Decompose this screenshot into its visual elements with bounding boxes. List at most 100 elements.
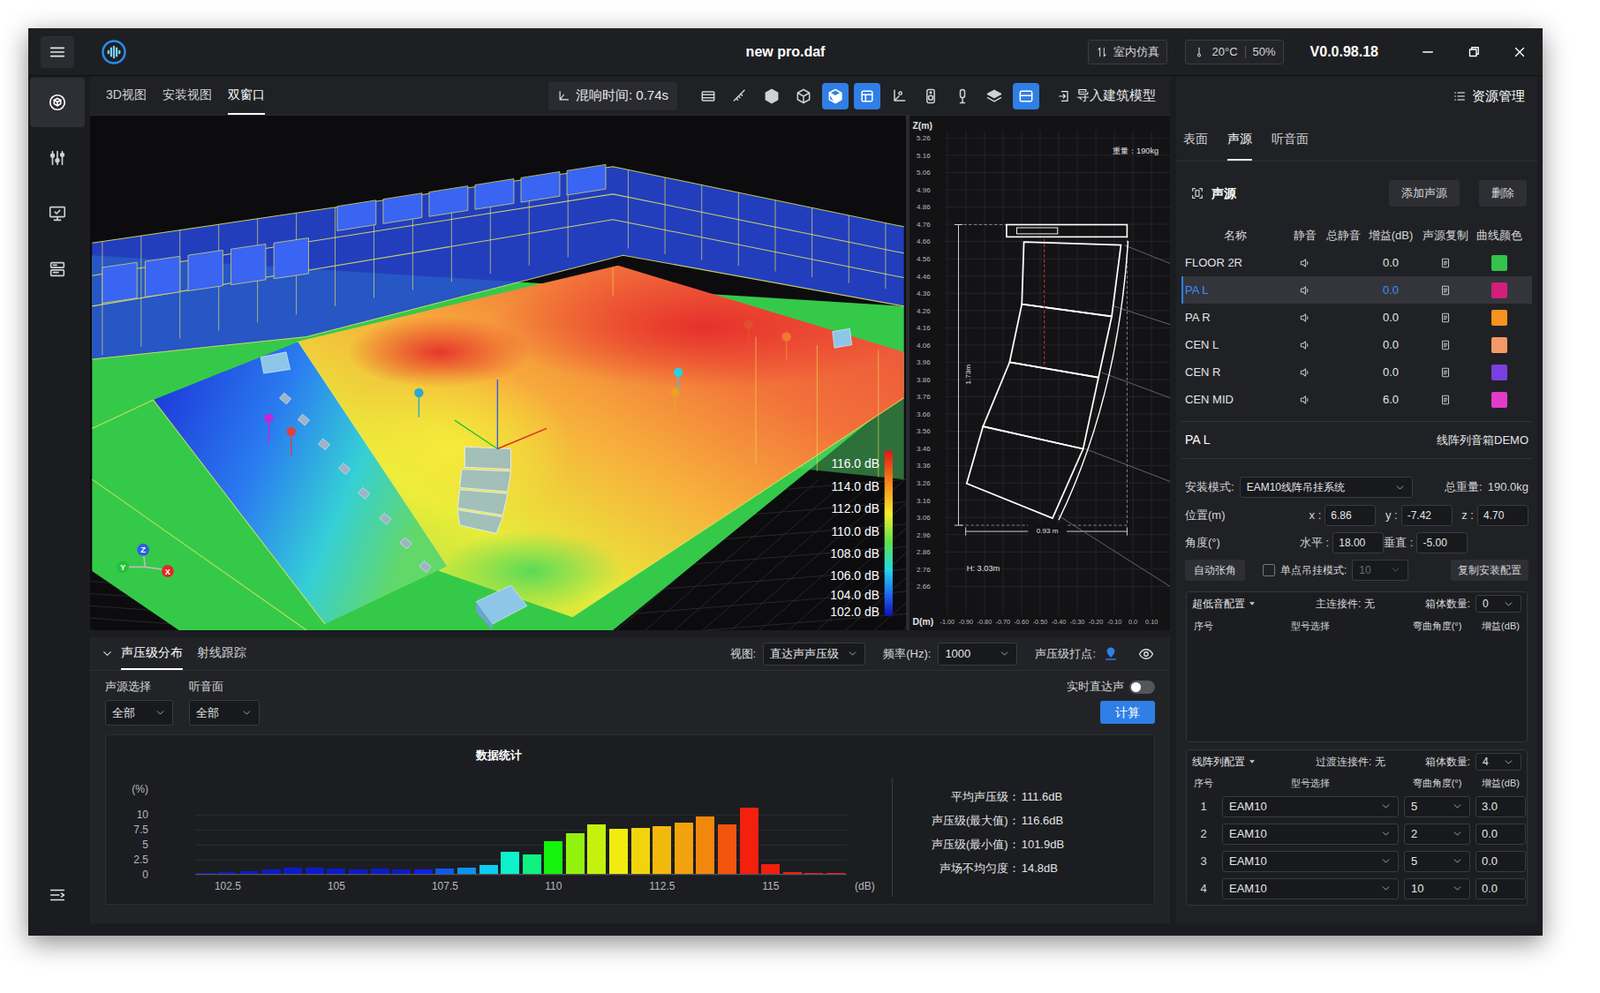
copy-cell[interactable] xyxy=(1418,256,1473,270)
copy-cell[interactable] xyxy=(1418,339,1473,352)
elevation-canvas[interactable]: Z(m)5.265.165.064.964.864.764.664.564.46… xyxy=(909,115,1170,631)
histogram-bar[interactable] xyxy=(739,807,759,875)
gain-input[interactable]: 3.0 xyxy=(1475,796,1526,818)
histogram-bar[interactable] xyxy=(414,869,433,875)
histogram-bar[interactable] xyxy=(196,873,216,875)
color-swatch[interactable] xyxy=(1491,337,1508,354)
tool-button[interactable] xyxy=(726,83,754,110)
color-swatch[interactable] xyxy=(1491,364,1508,381)
color-swatch[interactable] xyxy=(1491,392,1508,408)
environment-box[interactable]: 20°C50% xyxy=(1184,39,1284,65)
cabinet-row[interactable]: 2EAM1020.0 xyxy=(1186,820,1527,848)
tool-button[interactable] xyxy=(981,83,1008,110)
close-button[interactable] xyxy=(1496,28,1543,76)
resource-tab[interactable]: 听音面 xyxy=(1271,115,1309,161)
histogram-bar[interactable] xyxy=(652,826,672,875)
color-swatch[interactable] xyxy=(1491,282,1508,299)
delete-button[interactable]: 删除 xyxy=(1479,180,1527,207)
angle-dropdown[interactable]: 10 xyxy=(1403,878,1471,900)
angle-input[interactable]: -5.00 xyxy=(1416,532,1468,554)
scene-3d[interactable]: YZX116.0 dB114.0 dB112.0 dB110.0 dB108.0… xyxy=(90,115,906,631)
copy-cell[interactable] xyxy=(1418,366,1473,379)
gain-input[interactable]: 0.0 xyxy=(1475,823,1526,846)
scene-canvas[interactable]: YZX116.0 dB114.0 dB112.0 dB110.0 dB108.0… xyxy=(90,115,906,631)
color-cell[interactable] xyxy=(1472,337,1525,354)
tool-button[interactable] xyxy=(694,83,722,110)
source-row[interactable]: FLOOR 2R0.0 xyxy=(1181,249,1533,277)
histogram-bar[interactable] xyxy=(218,872,237,875)
color-swatch[interactable] xyxy=(1491,255,1508,272)
surface-dropdown[interactable]: 全部 xyxy=(188,700,260,726)
angle-dropdown[interactable]: 2 xyxy=(1403,823,1471,846)
histogram-bar[interactable] xyxy=(326,868,346,875)
histogram-bar[interactable] xyxy=(305,867,325,876)
histogram-bar[interactable] xyxy=(804,873,823,875)
model-dropdown[interactable]: EAM10 xyxy=(1222,796,1399,818)
histogram-bar[interactable] xyxy=(566,833,585,875)
position-input[interactable]: -7.42 xyxy=(1401,505,1453,527)
analysis-tab[interactable]: 声压级分布 xyxy=(120,637,183,671)
maximize-button[interactable] xyxy=(1450,28,1497,76)
histogram-bar[interactable] xyxy=(283,867,302,875)
histogram-bar[interactable] xyxy=(500,852,520,875)
mute-cell[interactable] xyxy=(1287,284,1323,297)
histogram-bar[interactable] xyxy=(695,816,715,875)
import-model-button[interactable]: 导入建筑模型 xyxy=(1056,85,1156,106)
mute-cell[interactable] xyxy=(1287,339,1323,352)
histogram-bar[interactable] xyxy=(457,867,476,876)
analysis-tab[interactable]: 射线跟踪 xyxy=(196,637,247,671)
cabinet-row[interactable]: 1EAM1053.0 xyxy=(1186,792,1527,821)
gain-input[interactable]: 0.0 xyxy=(1475,878,1526,900)
mount-dropdown[interactable]: EAM10线阵吊挂系统 xyxy=(1239,476,1413,499)
color-cell[interactable] xyxy=(1472,282,1525,299)
source-row[interactable]: CEN L0.0 xyxy=(1181,331,1533,359)
copy-config-button[interactable]: 复制安装配置 xyxy=(1450,559,1529,582)
mute-cell[interactable] xyxy=(1287,393,1323,407)
tool-button[interactable] xyxy=(885,83,913,110)
tool-button[interactable] xyxy=(1012,83,1040,110)
mute-cell[interactable] xyxy=(1287,366,1323,379)
single-point-checkbox[interactable] xyxy=(1262,564,1276,577)
collapse-panel-button[interactable] xyxy=(100,637,114,671)
sidebar-item[interactable] xyxy=(30,77,85,128)
color-swatch[interactable] xyxy=(1491,309,1508,326)
histogram-bar[interactable] xyxy=(761,864,780,875)
copy-cell[interactable] xyxy=(1418,311,1473,325)
model-dropdown[interactable]: EAM10 xyxy=(1222,878,1399,900)
copy-cell[interactable] xyxy=(1418,393,1473,407)
position-input[interactable]: 6.86 xyxy=(1324,505,1376,527)
source-row[interactable]: PA L0.0 xyxy=(1181,276,1533,304)
color-cell[interactable] xyxy=(1472,392,1525,408)
tool-button[interactable] xyxy=(790,83,817,110)
resource-tab[interactable]: 声源 xyxy=(1227,115,1253,161)
histogram-bar[interactable] xyxy=(783,872,802,875)
view-dropdown[interactable]: 直达声声压级 xyxy=(762,642,866,666)
model-dropdown[interactable]: EAM10 xyxy=(1222,823,1399,846)
simulation-mode-button[interactable]: 室内仿真 xyxy=(1087,39,1168,65)
color-cell[interactable] xyxy=(1472,309,1525,326)
histogram-bar[interactable] xyxy=(435,868,454,875)
tool-button[interactable] xyxy=(758,83,785,110)
histogram-bar[interactable] xyxy=(826,873,846,875)
sidebar-item[interactable] xyxy=(30,133,85,183)
histogram-bar[interactable] xyxy=(522,854,542,875)
source-row[interactable]: PA R0.0 xyxy=(1181,303,1533,332)
source-row[interactable]: CEN MID6.0 xyxy=(1181,385,1533,414)
mute-cell[interactable] xyxy=(1287,256,1323,270)
cabinet-row[interactable]: 3EAM1050.0 xyxy=(1186,847,1527,876)
histogram-bar[interactable] xyxy=(392,869,411,875)
tool-button[interactable] xyxy=(949,83,976,110)
count-dropdown[interactable]: 4 xyxy=(1475,753,1522,771)
histogram-bar[interactable] xyxy=(587,824,606,875)
minimize-button[interactable] xyxy=(1404,28,1451,76)
gain-input[interactable]: 0.0 xyxy=(1475,851,1526,873)
histogram-bar[interactable] xyxy=(348,869,368,875)
source-dropdown[interactable]: 全部 xyxy=(105,700,174,726)
spl-mark-button[interactable] xyxy=(1102,646,1119,663)
histogram-bar[interactable] xyxy=(262,869,281,875)
histogram-bar[interactable] xyxy=(543,841,563,875)
frequency-dropdown[interactable]: 1000 xyxy=(937,642,1018,666)
count-dropdown[interactable]: 0 xyxy=(1475,595,1522,613)
elevation-view[interactable]: Z(m)5.265.165.064.964.864.764.664.564.46… xyxy=(909,115,1170,631)
histogram-bar[interactable] xyxy=(609,829,628,875)
